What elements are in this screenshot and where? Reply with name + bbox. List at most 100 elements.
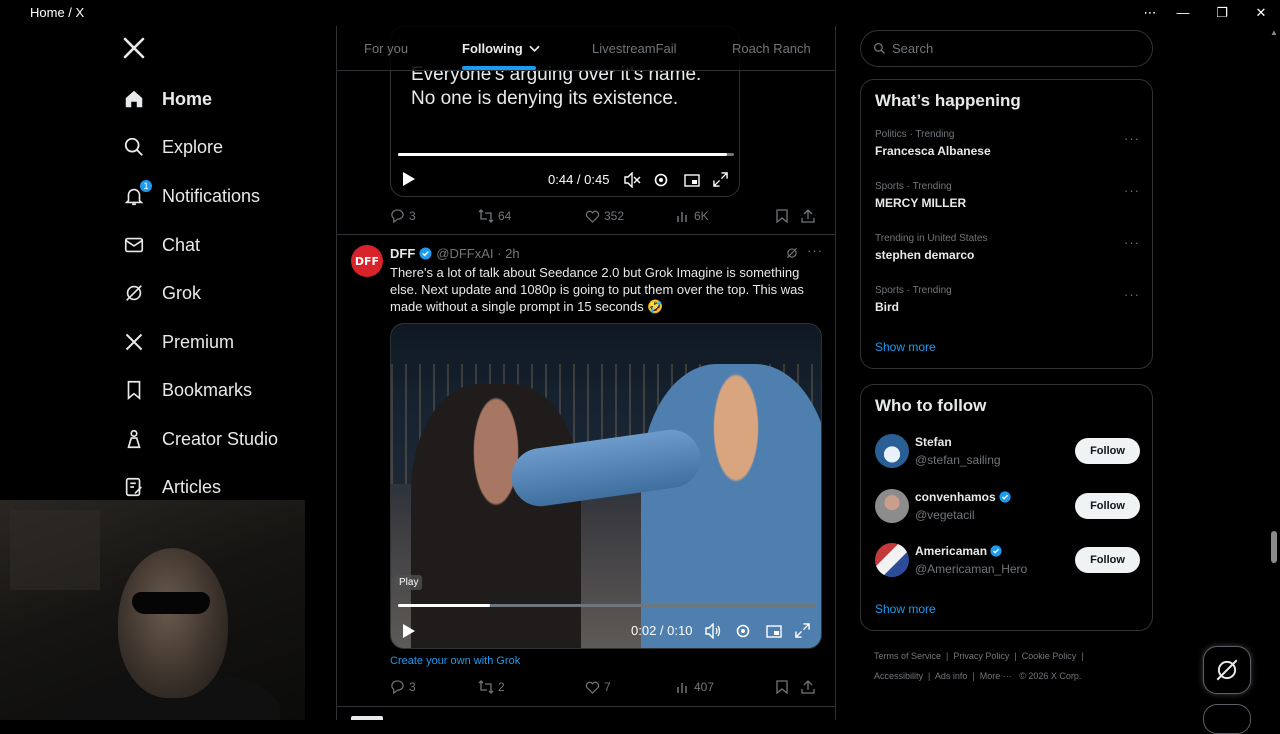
search-input[interactable] bbox=[892, 41, 1132, 56]
tweet-divider bbox=[337, 234, 835, 235]
account-handle: @vegetacil bbox=[915, 508, 975, 522]
mute-icon[interactable] bbox=[624, 171, 641, 191]
settings-gear-icon[interactable] bbox=[735, 623, 751, 642]
more-options-icon[interactable]: ··· bbox=[1124, 131, 1140, 146]
sidebar-item-bookmarks[interactable]: Bookmarks bbox=[122, 370, 252, 410]
sidebar-item-explore[interactable]: Explore bbox=[122, 127, 223, 167]
follow-suggestion[interactable]: Stefan @stefan_sailing Follow bbox=[875, 434, 1140, 470]
like-button[interactable]: 352 bbox=[585, 209, 676, 223]
follow-button[interactable]: Follow bbox=[1075, 547, 1140, 573]
follow-button[interactable]: Follow bbox=[1075, 438, 1140, 464]
follow-suggestion[interactable]: Americaman @Americaman_Hero Follow bbox=[875, 543, 1140, 579]
bookmark-button[interactable] bbox=[776, 209, 801, 223]
streamer-face bbox=[118, 548, 228, 698]
more-options-icon[interactable]: ··· bbox=[807, 243, 823, 258]
settings-gear-icon[interactable] bbox=[653, 172, 669, 191]
follow-show-more-link[interactable]: Show more bbox=[875, 602, 936, 616]
background-shelf bbox=[10, 510, 100, 590]
views-button[interactable]: 6K bbox=[676, 209, 776, 223]
footer-link-more[interactable]: More ··· bbox=[980, 671, 1012, 681]
sidebar-item-premium[interactable]: Premium bbox=[122, 322, 234, 362]
video-progress-bar[interactable] bbox=[398, 153, 734, 156]
tweet-video[interactable]: Play 0:02 / 0:10 bbox=[390, 323, 822, 649]
tab-roach-ranch[interactable]: Roach Ranch bbox=[732, 41, 811, 56]
tweet-author-name[interactable]: DFF bbox=[390, 246, 415, 261]
messages-floating-button[interactable] bbox=[1203, 704, 1251, 734]
reply-button[interactable]: 3 bbox=[390, 209, 478, 223]
close-window-button[interactable]: ✕ bbox=[1246, 3, 1276, 23]
follow-suggestion[interactable]: convenhamos @vegetacil Follow bbox=[875, 489, 1140, 525]
articles-icon bbox=[122, 475, 146, 499]
follow-button[interactable]: Follow bbox=[1075, 493, 1140, 519]
like-button[interactable]: 7 bbox=[585, 680, 676, 694]
whats-happening-title: What’s happening bbox=[875, 91, 1021, 110]
scrollbar-thumb[interactable] bbox=[1271, 531, 1277, 563]
right-sidebar: What’s happening Politics · Trending Fra… bbox=[860, 26, 1155, 720]
who-to-follow-panel: Who to follow Stefan @stefan_sailing Fol… bbox=[860, 384, 1153, 631]
share-button[interactable] bbox=[801, 680, 815, 694]
avatar bbox=[875, 543, 909, 577]
trend-item[interactable]: Politics · Trending Francesca Albanese ·… bbox=[875, 129, 1140, 158]
views-button[interactable]: 407 bbox=[676, 680, 776, 694]
avatar bbox=[875, 489, 909, 523]
tab-following[interactable]: Following bbox=[462, 41, 540, 56]
footer-link-terms[interactable]: Terms of Service bbox=[874, 651, 941, 661]
fullscreen-icon[interactable] bbox=[795, 623, 810, 641]
reply-button[interactable]: 3 bbox=[390, 680, 478, 694]
footer-link-ads-info[interactable]: Ads info bbox=[935, 671, 968, 681]
picture-in-picture-icon[interactable] bbox=[766, 623, 782, 642]
more-options-icon[interactable]: ··· bbox=[1124, 287, 1140, 302]
sidebar-item-notifications[interactable]: 1 Notifications bbox=[122, 176, 260, 216]
repost-button[interactable]: 2 bbox=[478, 680, 585, 694]
tab-livestreamfail[interactable]: LivestreamFail bbox=[592, 41, 677, 56]
repost-icon bbox=[478, 209, 494, 223]
fullscreen-icon[interactable] bbox=[713, 172, 728, 190]
more-options-icon[interactable]: ··· bbox=[1124, 183, 1140, 198]
minimize-button[interactable]: — bbox=[1168, 3, 1198, 23]
like-count: 352 bbox=[604, 209, 625, 223]
scrollbar[interactable] bbox=[1268, 26, 1280, 720]
trend-item[interactable]: Trending in United States stephen demarc… bbox=[875, 233, 1140, 262]
sidebar-item-label: Explore bbox=[162, 136, 224, 157]
bookmark-button[interactable] bbox=[776, 680, 801, 694]
create-with-grok-link[interactable]: Create your own with Grok bbox=[390, 655, 520, 667]
picture-in-picture-icon[interactable] bbox=[684, 172, 700, 191]
trend-item[interactable]: Sports · Trending MERCY MILLER ··· bbox=[875, 181, 1140, 210]
video-progress-bar[interactable] bbox=[398, 604, 816, 607]
trend-context: Sports · Trending bbox=[875, 285, 952, 296]
sidebar-item-grok[interactable]: Grok bbox=[122, 273, 201, 313]
trends-show-more-link[interactable]: Show more bbox=[875, 340, 936, 354]
repost-count: 64 bbox=[498, 209, 512, 223]
sidebar-item-creator-studio[interactable]: Creator Studio bbox=[122, 419, 278, 459]
avatar[interactable]: DFF bbox=[351, 245, 383, 277]
footer-link-cookie[interactable]: Cookie Policy bbox=[1022, 651, 1077, 661]
play-icon[interactable] bbox=[402, 171, 416, 190]
share-button[interactable] bbox=[801, 209, 815, 223]
footer-link-accessibility[interactable]: Accessibility bbox=[874, 671, 923, 681]
search-box[interactable] bbox=[860, 30, 1153, 67]
sidebar-item-chat[interactable]: Chat bbox=[122, 225, 200, 265]
avatar bbox=[875, 434, 909, 468]
sidebar-item-label: Creator Studio bbox=[162, 428, 279, 449]
sidebar-item-label: Premium bbox=[162, 331, 235, 352]
maximize-button[interactable]: ❐ bbox=[1207, 3, 1237, 23]
verified-badge-icon bbox=[419, 247, 432, 260]
video-time: 0:44 / 0:45 bbox=[548, 172, 610, 187]
trend-topic: stephen demarco bbox=[875, 248, 975, 262]
trend-topic: Francesca Albanese bbox=[875, 144, 991, 158]
play-icon[interactable] bbox=[402, 623, 416, 642]
sidebar-item-home[interactable]: Home bbox=[122, 79, 212, 119]
more-options-icon[interactable]: ··· bbox=[1124, 235, 1140, 250]
scroll-up-arrow-icon[interactable]: ▲ bbox=[1268, 28, 1280, 37]
grok-floating-button[interactable] bbox=[1203, 646, 1251, 694]
window-menu-button[interactable]: ⋯ bbox=[1135, 3, 1165, 23]
grok-analyze-icon[interactable] bbox=[785, 246, 799, 265]
footer-link-privacy[interactable]: Privacy Policy bbox=[953, 651, 1009, 661]
trend-item[interactable]: Sports · Trending Bird ··· bbox=[875, 285, 1140, 314]
x-logo-icon[interactable] bbox=[122, 36, 148, 62]
views-icon bbox=[677, 682, 687, 693]
tab-for-you[interactable]: For you bbox=[364, 41, 408, 56]
home-icon bbox=[122, 87, 146, 111]
repost-button[interactable]: 64 bbox=[478, 209, 585, 223]
volume-icon[interactable] bbox=[705, 622, 722, 642]
